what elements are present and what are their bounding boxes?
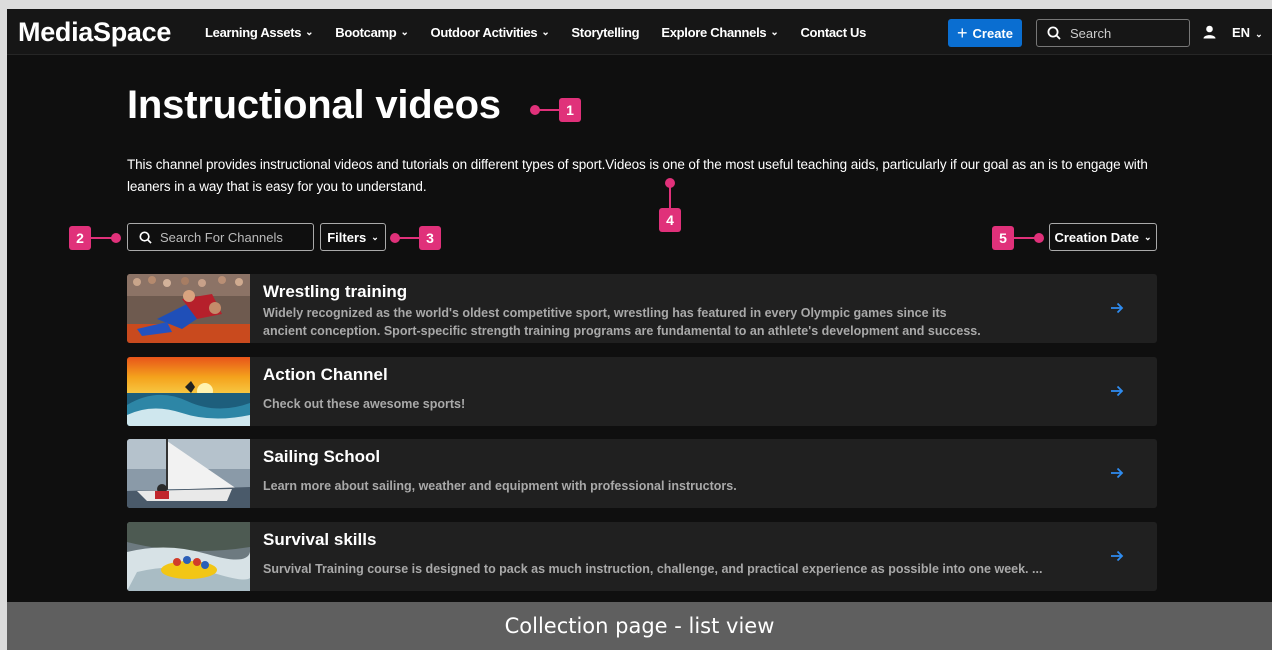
- create-button-label: Create: [972, 25, 1013, 41]
- user-icon[interactable]: [1203, 25, 1216, 39]
- annotation-marker-5: 5: [992, 226, 1014, 250]
- sailboat-thumbnail[interactable]: [127, 439, 250, 508]
- language-selector[interactable]: EN ⌄: [1232, 25, 1263, 40]
- channel-search-placeholder: Search For Channels: [160, 229, 283, 245]
- list-item[interactable]: Sailing School Learn more about sailing,…: [127, 439, 1157, 508]
- caption-text: Collection page - list view: [504, 614, 775, 638]
- menu-item-label: Storytelling: [571, 25, 640, 40]
- menu-item-outdoor-activities[interactable]: Outdoor Activities ⌄: [431, 25, 550, 40]
- wrestling-thumbnail[interactable]: [127, 274, 250, 343]
- chevron-down-icon: ⌄: [305, 27, 314, 38]
- rafting-thumbnail[interactable]: [127, 521, 250, 591]
- language-label: EN: [1232, 25, 1251, 40]
- chevron-down-icon: ⌄: [1255, 29, 1263, 39]
- menu-item-learning-assets[interactable]: Learning Assets ⌄: [205, 25, 314, 40]
- create-button[interactable]: + Create: [948, 19, 1022, 47]
- arrow-right-icon[interactable]: [1110, 466, 1124, 480]
- menu-item-explore-channels[interactable]: Explore Channels ⌄: [661, 25, 778, 40]
- search-input[interactable]: Search: [1036, 19, 1190, 47]
- channel-description: This channel provides instructional vide…: [127, 157, 1148, 194]
- annotation-dot: [111, 233, 121, 243]
- annotation-line: [397, 237, 421, 239]
- annotation-marker-3: 3: [419, 226, 441, 250]
- annotation-line: [669, 185, 671, 209]
- app-window: MediaSpace Learning Assets ⌄ Bootcamp ⌄ …: [7, 9, 1272, 650]
- main-menu: Learning Assets ⌄ Bootcamp ⌄ Outdoor Act…: [205, 25, 888, 40]
- menu-item-bootcamp[interactable]: Bootcamp ⌄: [335, 25, 409, 40]
- chevron-down-icon: ⌄: [371, 231, 379, 242]
- plus-icon: +: [957, 23, 968, 43]
- chevron-down-icon: ⌄: [770, 27, 779, 38]
- channel-list: Wrestling training Widely recognized as …: [127, 274, 1157, 604]
- arrow-right-icon[interactable]: [1110, 384, 1124, 398]
- menu-item-contact-us[interactable]: Contact Us: [800, 25, 866, 40]
- surfing-sunset-thumbnail[interactable]: [127, 356, 250, 426]
- channel-description: Survival Training course is designed to …: [263, 561, 1043, 576]
- top-nav: MediaSpace Learning Assets ⌄ Bootcamp ⌄ …: [7, 9, 1272, 55]
- menu-item-storytelling[interactable]: Storytelling: [571, 25, 639, 40]
- filters-button[interactable]: Filters ⌄: [320, 223, 386, 251]
- logo[interactable]: MediaSpace: [18, 17, 171, 48]
- channel-title[interactable]: Survival skills: [263, 530, 376, 550]
- channel-title[interactable]: Wrestling training: [263, 282, 407, 302]
- search-icon: [139, 230, 152, 244]
- menu-item-label: Outdoor Activities: [430, 25, 538, 40]
- annotation-marker-2: 2: [69, 226, 91, 250]
- caption-bar: Collection page - list view: [7, 602, 1272, 650]
- channel-description: Widely recognized as the world's oldest …: [263, 306, 981, 338]
- chevron-down-icon: ⌄: [1143, 231, 1152, 242]
- annotation-marker-4: 4: [659, 208, 681, 232]
- chevron-down-icon: ⌄: [400, 27, 409, 38]
- list-item[interactable]: Wrestling training Widely recognized as …: [127, 274, 1157, 343]
- channel-title[interactable]: Action Channel: [263, 365, 388, 385]
- chevron-down-icon: ⌄: [541, 27, 550, 38]
- list-item[interactable]: Action Channel Check out these awesome s…: [127, 356, 1157, 426]
- sort-label: Creation Date: [1054, 229, 1139, 245]
- arrow-right-icon[interactable]: [1110, 301, 1124, 315]
- filters-label: Filters: [327, 229, 367, 245]
- search-icon: [1047, 26, 1061, 40]
- channel-description: Check out these awesome sports!: [263, 396, 466, 411]
- channel-title[interactable]: Sailing School: [263, 447, 380, 467]
- page-title: Instructional videos: [127, 83, 501, 127]
- arrow-right-icon[interactable]: [1110, 549, 1124, 563]
- list-item[interactable]: Survival skills Survival Training course…: [127, 521, 1157, 591]
- menu-item-label: Bootcamp: [335, 25, 397, 40]
- sort-dropdown[interactable]: Creation Date ⌄: [1049, 223, 1157, 251]
- annotation-marker-1: 1: [559, 98, 581, 122]
- annotation-dot: [1034, 233, 1044, 243]
- annotation-line: [537, 109, 561, 111]
- menu-item-label: Learning Assets: [205, 25, 302, 40]
- channel-search-input[interactable]: Search For Channels: [127, 223, 314, 251]
- channel-description: Learn more about sailing, weather and eq…: [263, 479, 737, 493]
- menu-item-label: Explore Channels: [661, 25, 767, 40]
- search-placeholder: Search: [1070, 25, 1112, 41]
- menu-item-label: Contact Us: [800, 25, 867, 40]
